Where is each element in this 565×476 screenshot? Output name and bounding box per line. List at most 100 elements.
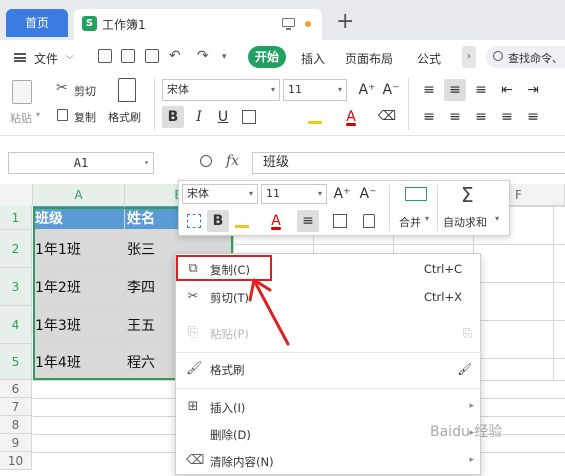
- tab-document[interactable]: S 工作簿1: [74, 9, 322, 40]
- paste-label[interactable]: 粘贴: [10, 110, 32, 126]
- monitor-icon[interactable]: [282, 18, 295, 30]
- cut-button[interactable]: 剪切: [74, 83, 96, 99]
- fx-icon[interactable]: fx: [226, 153, 239, 169]
- align-bottom-icon[interactable]: ≡: [470, 79, 492, 101]
- copy-button[interactable]: 复制: [74, 109, 96, 125]
- select-all-corner[interactable]: [0, 184, 33, 206]
- menu-item-shortcut: Ctrl+C: [423, 262, 462, 276]
- menu-item-insert[interactable]: ⊞ 插入(I) ▸: [176, 394, 482, 422]
- cell-a4[interactable]: 1年3班: [33, 306, 125, 344]
- command-search-box[interactable]: 查找命令、: [486, 46, 565, 68]
- menu-item-cut[interactable]: ✂ 剪切(T) Ctrl+X: [176, 284, 482, 312]
- new-tab-plus-icon[interactable]: +: [336, 8, 354, 36]
- cell-a2[interactable]: 1年1班: [33, 230, 125, 268]
- quick-access-more-icon[interactable]: ▾: [222, 52, 227, 62]
- row-header[interactable]: 2: [0, 230, 32, 268]
- zoom-icon[interactable]: [200, 155, 212, 167]
- copy-icon[interactable]: [57, 109, 68, 121]
- merge-button[interactable]: 合并: [399, 214, 421, 230]
- tab-home[interactable]: 首页: [6, 9, 68, 37]
- tab-insert[interactable]: 插入: [301, 50, 325, 67]
- shrink-font-icon[interactable]: A⁻: [380, 79, 402, 101]
- cell-a5[interactable]: 1年4班: [33, 344, 125, 380]
- mini-format-painter-icon[interactable]: [363, 214, 375, 228]
- tabs-more-button[interactable]: ›: [462, 46, 476, 68]
- chevron-down-icon[interactable]: ⌵: [66, 51, 74, 62]
- font-color-button[interactable]: A: [340, 106, 362, 128]
- row-header[interactable]: 5: [0, 344, 32, 380]
- row-header[interactable]: 3: [0, 268, 32, 306]
- format-painter-button[interactable]: 格式刷: [108, 109, 141, 125]
- undo-icon[interactable]: ↶: [169, 48, 181, 64]
- merge-arrow-icon[interactable]: ▾: [425, 214, 429, 223]
- annotation-arrow-icon: [248, 278, 290, 346]
- align-center-icon[interactable]: ≡: [444, 106, 466, 128]
- mini-font-name-select[interactable]: 宋体 ▾: [182, 184, 258, 204]
- mini-fill-color-icon[interactable]: [235, 214, 249, 228]
- column-header-a[interactable]: A: [33, 184, 125, 206]
- justify-icon[interactable]: ≡: [496, 106, 518, 128]
- tab-formula[interactable]: 公式: [417, 50, 441, 67]
- indent-increase-icon[interactable]: ⇥: [522, 79, 544, 101]
- paste-icon[interactable]: [12, 80, 32, 104]
- search-placeholder: 查找命令、: [508, 52, 563, 65]
- submenu-arrow-icon: ▸: [469, 401, 474, 411]
- distributed-icon[interactable]: ≡: [522, 106, 544, 128]
- menu-item-paste[interactable]: ⎘ 粘贴(P) ⎘: [176, 320, 482, 348]
- file-menu[interactable]: 文件: [34, 50, 58, 67]
- menu-item-copy[interactable]: ⧉ 复制(C) Ctrl+C: [176, 256, 482, 284]
- mini-align-icon[interactable]: ≡: [297, 210, 319, 232]
- row-header[interactable]: 6: [0, 380, 32, 398]
- mini-grow-font-icon[interactable]: A⁺: [331, 183, 353, 205]
- redo-icon[interactable]: ↷: [197, 48, 209, 64]
- mini-border-icon[interactable]: [333, 214, 347, 228]
- bold-button[interactable]: B: [162, 106, 184, 128]
- grow-font-icon[interactable]: A⁺: [356, 79, 378, 101]
- save-icon[interactable]: [98, 49, 112, 63]
- paste-arrow-icon[interactable]: ▾: [36, 110, 40, 119]
- row-header[interactable]: 8: [0, 416, 32, 434]
- autosum-arrow-icon[interactable]: ▾: [495, 214, 499, 223]
- formula-input[interactable]: 班级: [252, 152, 565, 174]
- menu-item-clear[interactable]: ⌫ 清除内容(N) ▸: [176, 448, 482, 476]
- sigma-icon[interactable]: Σ: [461, 183, 474, 207]
- align-left-icon[interactable]: ≡: [418, 106, 440, 128]
- row-header[interactable]: 9: [0, 434, 32, 452]
- row-header[interactable]: 1: [0, 206, 32, 230]
- autosum-button[interactable]: 自动求和: [443, 214, 487, 230]
- tab-page-layout[interactable]: 页面布局: [345, 50, 393, 67]
- align-right-icon[interactable]: ≡: [470, 106, 492, 128]
- mini-font-size-select[interactable]: 11 ▾: [261, 184, 327, 204]
- tab-bar: 首页 S 工作簿1 +: [0, 0, 565, 40]
- tab-start[interactable]: 开始: [248, 46, 286, 68]
- row-header[interactable]: 7: [0, 398, 32, 416]
- italic-button[interactable]: I: [188, 106, 210, 128]
- indent-decrease-icon[interactable]: ⇤: [496, 79, 518, 101]
- font-size-select[interactable]: 11 ▾: [283, 79, 347, 101]
- merge-icon[interactable]: [405, 187, 427, 201]
- menu-item-format-painter[interactable]: 🖌 格式刷 🖌: [176, 356, 482, 384]
- font-name-select[interactable]: 宋体 ▾: [162, 79, 280, 101]
- mini-font-color-button[interactable]: A: [265, 210, 287, 232]
- align-middle-icon[interactable]: ≡: [444, 79, 466, 101]
- cell-a1[interactable]: 班级: [33, 206, 125, 230]
- format-painter-icon[interactable]: [118, 78, 136, 102]
- fill-color-icon[interactable]: [308, 110, 322, 124]
- underline-button[interactable]: U: [212, 106, 234, 128]
- mini-bold-button[interactable]: B: [207, 210, 229, 232]
- mini-shrink-font-icon[interactable]: A⁻: [357, 183, 379, 205]
- hamburger-icon[interactable]: [14, 53, 26, 62]
- print-preview-icon[interactable]: [145, 49, 159, 63]
- row-header[interactable]: 10: [0, 452, 32, 470]
- row-header[interactable]: 4: [0, 306, 32, 344]
- font-size-value: 11: [288, 83, 302, 96]
- border-icon[interactable]: [242, 110, 256, 124]
- eraser-icon[interactable]: ⌫: [376, 106, 398, 128]
- print-icon[interactable]: [121, 49, 135, 63]
- align-top-icon[interactable]: ≡: [418, 79, 440, 101]
- wrap-text-icon[interactable]: [187, 214, 201, 228]
- unsaved-dot-icon: [305, 21, 311, 27]
- cell-a3[interactable]: 1年2班: [33, 268, 125, 306]
- scissors-icon[interactable]: ✂: [56, 80, 68, 96]
- name-box[interactable]: A1 ▾: [8, 152, 154, 174]
